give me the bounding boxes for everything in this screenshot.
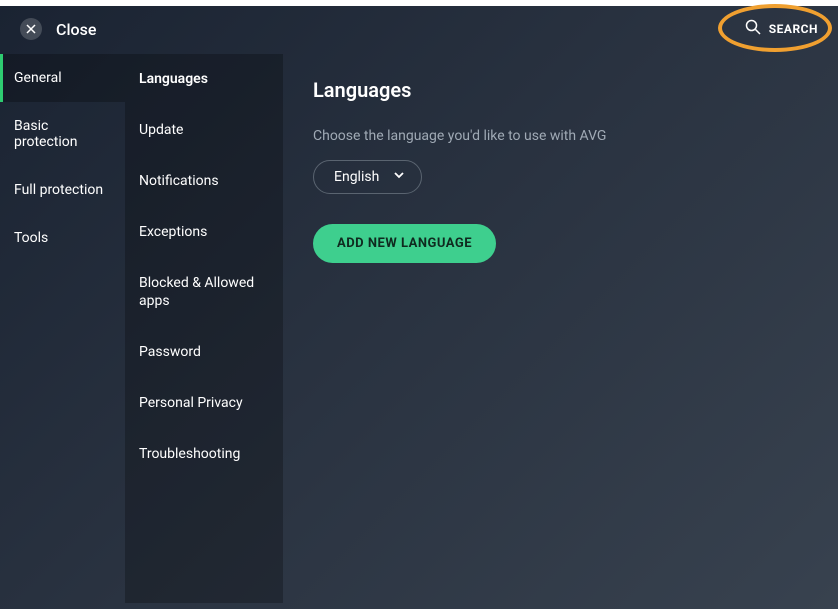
close-button[interactable]: Close — [20, 18, 96, 40]
subnav-item-personal-privacy[interactable]: Personal Privacy — [125, 378, 283, 429]
content-pane: Languages Choose the language you'd like… — [283, 54, 838, 603]
sidebar-item-tools[interactable]: Tools — [0, 214, 125, 262]
sidebar-item-basic-protection[interactable]: Basic protection — [0, 102, 125, 166]
language-select[interactable]: English — [313, 160, 422, 194]
search-button[interactable]: SEARCH — [745, 19, 818, 39]
subnav-item-password[interactable]: Password — [125, 327, 283, 378]
search-label: SEARCH — [769, 22, 818, 36]
page-title: Languages — [313, 78, 808, 102]
sidebar-item-full-protection[interactable]: Full protection — [0, 166, 125, 214]
subnav-item-label: Notifications — [139, 173, 219, 189]
subnav-item-update[interactable]: Update — [125, 105, 283, 156]
subnav-item-troubleshooting[interactable]: Troubleshooting — [125, 429, 283, 480]
search-icon — [745, 19, 761, 39]
sidebar-item-general[interactable]: General — [0, 54, 125, 102]
close-label: Close — [56, 20, 96, 39]
sidebar-item-label: Basic protection — [14, 118, 78, 150]
subnav-item-label: Blocked & Allowed apps — [139, 275, 254, 310]
subnav-item-label: Exceptions — [139, 224, 207, 240]
header: Close SEARCH — [0, 0, 838, 54]
body-area: General Basic protection Full protection… — [0, 54, 838, 603]
sidebar-item-label: General — [14, 70, 62, 86]
subnav-item-notifications[interactable]: Notifications — [125, 156, 283, 207]
page-subtitle: Choose the language you'd like to use wi… — [313, 128, 808, 144]
subnav-item-label: Languages — [139, 71, 208, 87]
add-new-language-button[interactable]: ADD NEW LANGUAGE — [313, 224, 496, 263]
subnav-item-label: Personal Privacy — [139, 395, 243, 411]
sidebar-item-label: Tools — [14, 230, 48, 246]
subnav-item-label: Troubleshooting — [139, 446, 240, 462]
chevron-down-icon — [393, 169, 405, 185]
sidebar-primary: General Basic protection Full protection… — [0, 54, 125, 603]
close-icon — [20, 18, 42, 40]
subnav-item-exceptions[interactable]: Exceptions — [125, 207, 283, 258]
sidebar-secondary: Languages Update Notifications Exception… — [125, 54, 283, 603]
selected-language: English — [334, 169, 379, 185]
subnav-item-languages[interactable]: Languages — [125, 54, 283, 105]
subnav-item-label: Password — [139, 344, 201, 360]
subnav-item-blocked-allowed-apps[interactable]: Blocked & Allowed apps — [125, 258, 283, 328]
sidebar-item-label: Full protection — [14, 182, 103, 198]
subnav-item-label: Update — [139, 122, 183, 138]
